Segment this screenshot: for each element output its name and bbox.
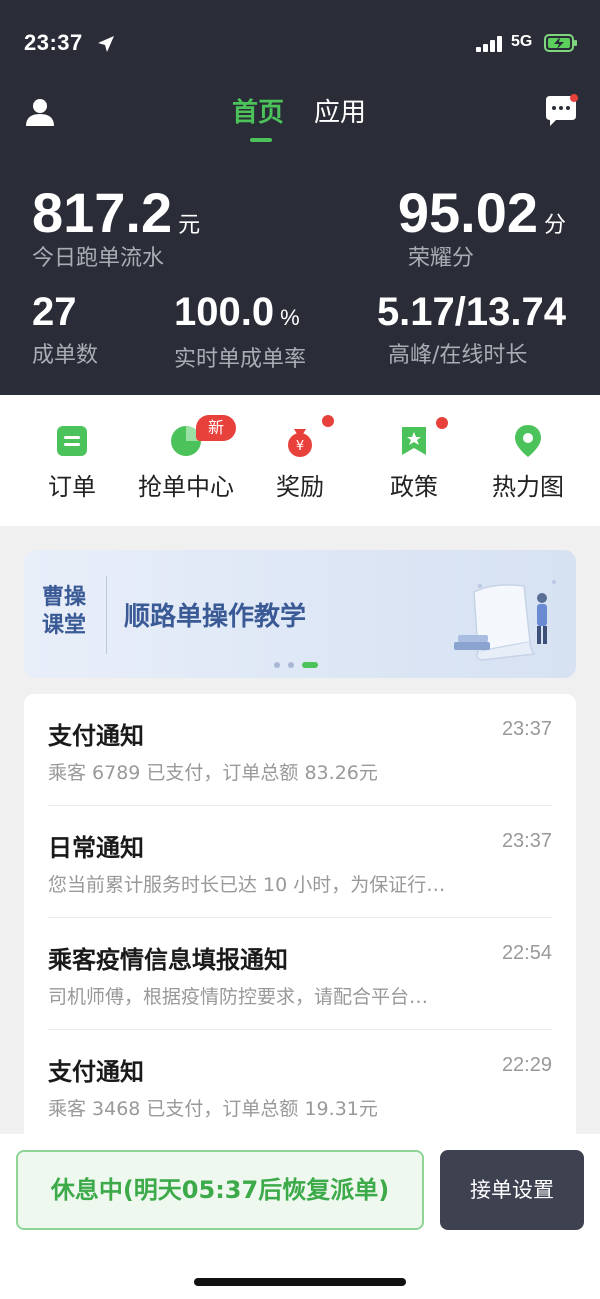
notification-time: 23:37 — [501, 718, 552, 740]
notification-item[interactable]: 乘客疫情信息填报通知 22:54 司机师傅，根据疫情防控要求，请配合平台… — [24, 918, 576, 1030]
carousel-dots — [274, 662, 334, 670]
banner-divider — [106, 576, 107, 654]
online-hours-label: 高峰/在线时长 — [388, 343, 528, 368]
today-earnings-unit: 元 — [178, 212, 201, 237]
battery-charging-icon — [544, 34, 577, 52]
bottom-bar: 休息中(明天05:37后恢复派单) 接单设置 — [0, 1134, 600, 1299]
banner-tag: 曹操课堂 — [42, 585, 87, 638]
profile-icon[interactable] — [24, 96, 56, 128]
tab-apps[interactable]: 应用 — [314, 92, 366, 129]
notification-title: 乘客疫情信息填报通知 — [48, 946, 288, 974]
order-icon — [57, 426, 87, 456]
network-type: 5G — [511, 33, 533, 50]
header: 23:37 5G 首页 应用 817.2 元 今日跑单流水 95.02 分 荣耀… — [0, 0, 600, 395]
completed-orders-value: 27 — [32, 290, 77, 334]
honor-score-unit: 分 — [543, 212, 566, 237]
svg-text:¥: ¥ — [296, 439, 304, 454]
quick-menu-label: 抢单中心 — [138, 473, 234, 501]
notification-body: 乘客 3468 已支付，订单总额 19.31元 — [48, 1098, 378, 1120]
honor-score-label: 荣耀分 — [408, 246, 475, 271]
quick-menu-policy[interactable]: 政策 — [354, 395, 474, 526]
completed-orders[interactable]: 27 — [32, 290, 77, 335]
banner-illustration — [454, 580, 556, 661]
notification-time: 22:29 — [501, 1054, 552, 1076]
completion-rate-label: 实时单成单率 — [174, 347, 307, 372]
location-arrow-icon — [98, 36, 114, 52]
policy-icon — [402, 427, 426, 455]
today-earnings-label: 今日跑单流水 — [32, 246, 165, 271]
notification-title: 日常通知 — [48, 834, 144, 862]
notification-item[interactable]: 支付通知 23:37 乘客 6789 已支付，订单总额 83.26元 — [24, 694, 576, 806]
notification-item[interactable]: 支付通知 22:29 乘客 3468 已支付，订单总额 19.31元 — [24, 1030, 576, 1142]
online-hours[interactable]: 5.17/13.74 — [377, 290, 566, 335]
policy-red-dot — [436, 417, 448, 429]
status-bar: 23:37 5G — [0, 0, 600, 80]
signal-icon — [476, 36, 502, 52]
quick-menu-reward[interactable]: ¥ 奖励 — [240, 395, 360, 526]
message-icon[interactable] — [544, 94, 578, 128]
completed-orders-label: 成单数 — [32, 343, 99, 368]
quick-menu-heatmap[interactable]: 热力图 — [468, 395, 588, 526]
tab-active-indicator — [250, 138, 272, 142]
reward-red-dot — [322, 415, 334, 427]
completion-rate-value: 100.0 — [174, 290, 275, 334]
quick-menu-label: 奖励 — [276, 473, 324, 501]
carousel-dot[interactable] — [288, 662, 294, 668]
completion-rate-unit: % — [280, 305, 300, 330]
quick-menu-label: 政策 — [390, 473, 438, 501]
honor-score-value: 95.02 — [397, 181, 538, 244]
heatmap-icon — [515, 425, 541, 457]
notification-title: 支付通知 — [48, 1058, 144, 1086]
rest-status-button[interactable]: 休息中(明天05:37后恢复派单) — [16, 1150, 424, 1230]
reward-icon: ¥ — [288, 429, 312, 457]
carousel-dot[interactable] — [274, 662, 280, 668]
notification-time: 22:54 — [501, 942, 552, 964]
carousel-dot-active[interactable] — [302, 662, 318, 668]
new-badge: 新 — [196, 415, 236, 441]
quick-menu-label: 订单 — [48, 473, 96, 501]
online-hours-value: 5.17/13.74 — [376, 290, 566, 334]
quick-menu-orders[interactable]: 订单 — [12, 395, 132, 526]
honor-score[interactable]: 95.02 分 — [398, 180, 566, 245]
quick-menu: 订单 新 抢单中心 ¥ 奖励 政策 热力图 — [0, 395, 600, 526]
quick-menu-grab-center[interactable]: 新 抢单中心 — [126, 395, 246, 526]
today-earnings-value: 817.2 — [32, 181, 173, 244]
completion-rate[interactable]: 100.0% — [174, 290, 300, 335]
quick-menu-label: 热力图 — [492, 473, 564, 501]
notification-title: 支付通知 — [48, 722, 144, 750]
notification-time: 23:37 — [501, 830, 552, 852]
notification-body: 乘客 6789 已支付，订单总额 83.26元 — [48, 762, 378, 784]
tab-home[interactable]: 首页 — [232, 92, 284, 129]
notification-body: 您当前累计服务时长已达 10 小时，为保证行… — [48, 874, 446, 896]
notification-body: 司机师傅，根据疫情防控要求，请配合平台… — [48, 986, 429, 1008]
today-earnings[interactable]: 817.2 元 — [32, 180, 200, 245]
banner-title: 顺路单操作教学 — [124, 602, 307, 632]
notification-list: 支付通知 23:37 乘客 6789 已支付，订单总额 83.26元 日常通知 … — [24, 694, 576, 1144]
status-time: 23:37 — [24, 30, 83, 55]
home-indicator[interactable] — [194, 1278, 406, 1286]
order-settings-button[interactable]: 接单设置 — [440, 1150, 584, 1230]
promo-banner[interactable]: 曹操课堂 顺路单操作教学 — [24, 550, 576, 678]
notification-item[interactable]: 日常通知 23:37 您当前累计服务时长已达 10 小时，为保证行… — [24, 806, 576, 918]
